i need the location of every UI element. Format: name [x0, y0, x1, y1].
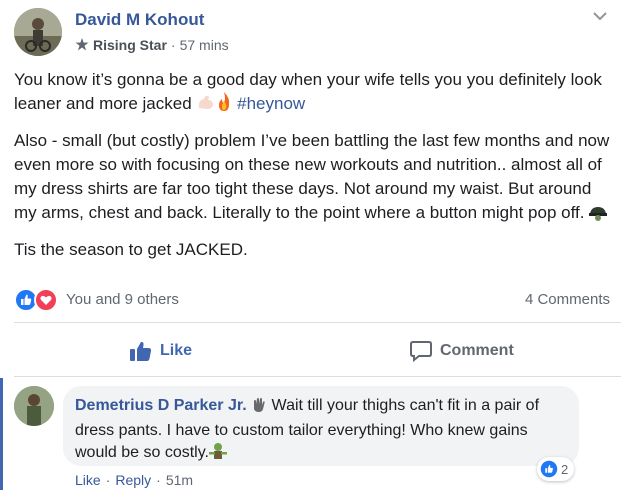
like-button[interactable]: Like: [130, 334, 192, 368]
reaction-icons[interactable]: [14, 288, 58, 312]
hashtag-link[interactable]: #heynow: [237, 94, 305, 113]
separator: ·: [156, 472, 161, 488]
post-timestamp[interactable]: 57 mins: [180, 37, 229, 53]
comment-button-label: Comment: [440, 342, 514, 359]
separator: ·: [105, 472, 111, 488]
post-meta: Rising Star · 57 mins: [75, 37, 229, 53]
comment-actions: Like · Reply · 51m: [75, 472, 193, 488]
sleuth-emoji: [589, 204, 608, 228]
reactions-text[interactable]: You and 9 others: [66, 291, 179, 308]
chevron-down-icon[interactable]: [593, 11, 607, 21]
like-button-label: Like: [160, 342, 193, 359]
post-paragraph-2: Also - small (but costly) problem I’ve b…: [14, 129, 610, 228]
reactions-summary: You and 9 others 4 Comments: [14, 288, 610, 312]
comment-button[interactable]: Comment: [410, 334, 514, 368]
star-badge-icon: [75, 38, 89, 51]
comment-reaction-count: 2: [561, 461, 569, 477]
commenter-name[interactable]: Demetrius D Parker Jr.: [75, 397, 247, 414]
divider: [14, 376, 621, 377]
comment-reply-link[interactable]: Reply: [115, 472, 151, 488]
post-paragraph-3: Tis the season to get JACKED.: [14, 240, 248, 259]
thumbs-up-icon: [130, 341, 152, 361]
post-body: You know it’s gonna be a good day when y…: [14, 68, 610, 272]
comments-count[interactable]: 4 Comments: [525, 291, 610, 308]
fire-emoji: [216, 92, 232, 119]
post-actions: Like Comment: [14, 334, 621, 368]
comment-bubble: Demetrius D Parker Jr. Wait till your th…: [63, 386, 579, 466]
comment-like-link[interactable]: Like: [75, 472, 101, 488]
flexed-biceps-emoji: [196, 94, 216, 119]
zombie-emoji: [209, 442, 227, 467]
comment-reactions[interactable]: 2: [537, 457, 575, 481]
comment-timestamp[interactable]: 51m: [166, 472, 193, 488]
divider: [14, 322, 621, 323]
commenter-avatar[interactable]: [14, 386, 54, 426]
comment-highlight-bar: [0, 378, 3, 490]
love-reaction-icon: [34, 288, 58, 312]
post-author-name[interactable]: David M Kohout: [75, 10, 204, 30]
like-reaction-icon: [540, 460, 558, 478]
waving-hand-emoji: [251, 397, 267, 420]
facebook-post: David M Kohout Rising Star · 57 mins You…: [0, 0, 621, 490]
author-avatar[interactable]: [14, 8, 62, 56]
comment-text: Demetrius D Parker Jr. Wait till your th…: [75, 395, 571, 467]
meta-separator: ·: [170, 37, 176, 53]
speech-bubble-icon: [410, 341, 432, 362]
paragraph-1-text: You know it’s gonna be a good day when y…: [14, 70, 602, 113]
paragraph-2-text: Also - small (but costly) problem I’ve b…: [14, 131, 610, 222]
post-paragraph-1: You know it’s gonna be a good day when y…: [14, 68, 610, 119]
rising-star-badge[interactable]: Rising Star: [93, 37, 167, 53]
